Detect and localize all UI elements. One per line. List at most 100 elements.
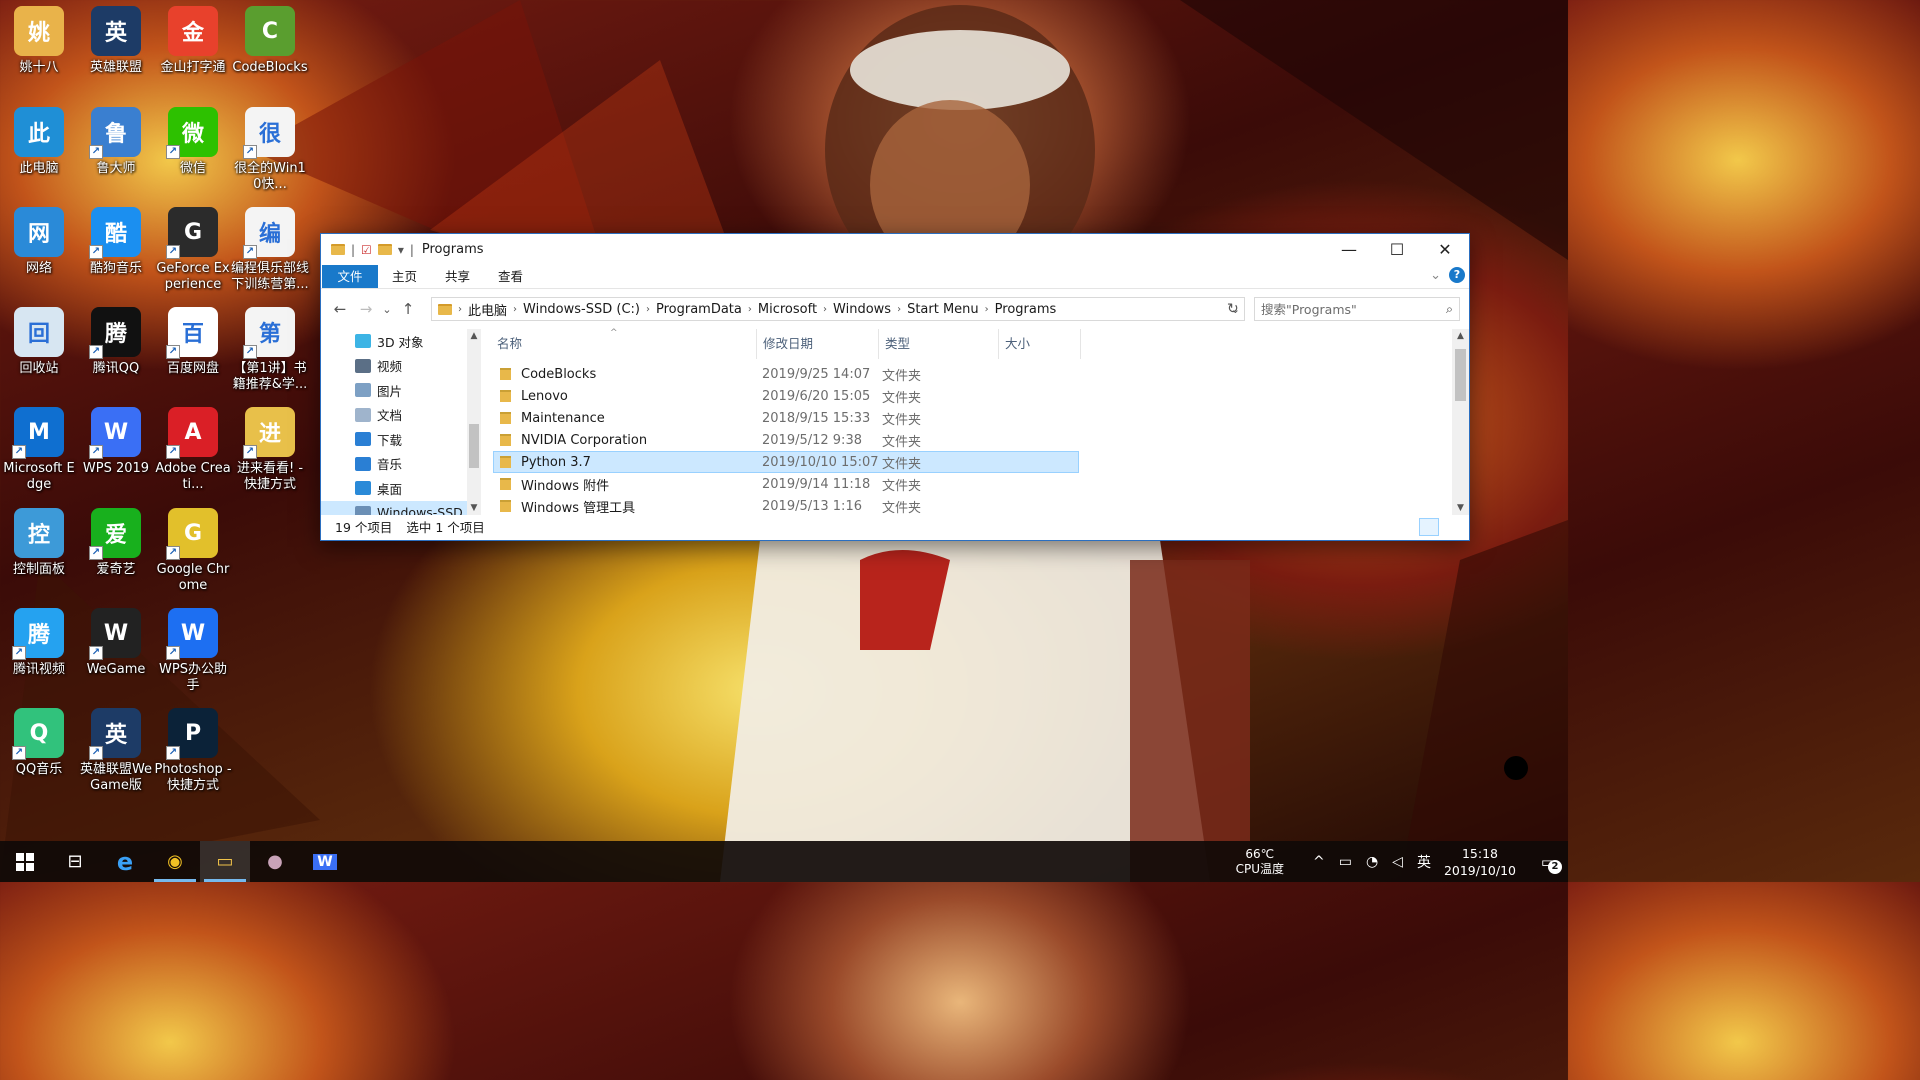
- close-button[interactable]: ✕: [1421, 234, 1469, 264]
- tab-file[interactable]: 文件: [322, 265, 378, 288]
- desktop-icon[interactable]: 爱 ↗ 爱奇艺: [77, 504, 155, 578]
- breadcrumb-this-pc[interactable]: 此电脑: [462, 300, 513, 319]
- new-folder-icon[interactable]: [377, 244, 392, 255]
- details-view-button[interactable]: [1419, 518, 1439, 536]
- search-box[interactable]: ⌕: [1254, 297, 1460, 321]
- nav-item[interactable]: 下载: [321, 427, 481, 452]
- recent-locations-button[interactable]: ⌄: [379, 303, 395, 316]
- breadcrumb-windows[interactable]: Windows: [827, 302, 897, 317]
- desktop-icon[interactable]: 很 ↗ 很全的Win10快...: [231, 103, 309, 193]
- desktop-icon[interactable]: A ↗ Adobe Creati...: [154, 403, 232, 493]
- desktop-icon[interactable]: 腾 ↗ 腾讯视频: [0, 604, 78, 678]
- column-name[interactable]: 名称: [491, 329, 757, 359]
- desktop-icon[interactable]: 进 ↗ 进来看看! - 快捷方式: [231, 403, 309, 493]
- desktop-icon[interactable]: 网网络: [0, 203, 78, 277]
- desktop-icon[interactable]: C CodeBlocks: [231, 2, 309, 76]
- ime-indicator[interactable]: 英: [1417, 852, 1431, 872]
- nav-pane-scroll-thumb[interactable]: [469, 424, 479, 468]
- file-row[interactable]: Lenovo 2019/6/20 15:05 文件夹: [493, 385, 1079, 407]
- desktop-icon[interactable]: 第 ↗ 【第1讲】书籍推荐&学...: [231, 303, 309, 393]
- nav-item[interactable]: 文档: [321, 403, 481, 428]
- desktop-icon[interactable]: 百 ↗ 百度网盘: [154, 303, 232, 377]
- tab-share[interactable]: 共享: [431, 265, 484, 288]
- taskbar-chrome-button[interactable]: ◉: [150, 841, 200, 882]
- taskbar-task-view-button[interactable]: ⊟: [50, 841, 100, 882]
- tab-view[interactable]: 查看: [484, 265, 537, 288]
- desktop-icon[interactable]: M ↗ Microsoft Edge: [0, 403, 78, 493]
- file-explorer-window[interactable]: | ☑ ▾ | Programs — ☐ ✕ 文件 主页 共享 查看 ⌄ ? ←…: [320, 233, 1470, 541]
- scroll-up-icon[interactable]: ▲: [1452, 331, 1469, 341]
- desktop-icon[interactable]: W ↗ WeGame: [77, 604, 155, 678]
- expand-ribbon-icon[interactable]: ⌄: [1430, 268, 1441, 283]
- minimize-button[interactable]: —: [1325, 234, 1373, 264]
- file-row[interactable]: CodeBlocks 2019/9/25 14:07 文件夹: [493, 363, 1079, 385]
- clock[interactable]: 15:18 2019/10/10: [1444, 845, 1516, 879]
- help-icon[interactable]: ?: [1449, 267, 1465, 283]
- desktop-icon[interactable]: 金金山打字通: [154, 2, 232, 76]
- file-row[interactable]: NVIDIA Corporation 2019/5/12 9:38 文件夹: [493, 429, 1079, 451]
- breadcrumb-c-drive[interactable]: Windows-SSD (C:): [517, 302, 646, 317]
- desktop-icon[interactable]: 回回收站: [0, 303, 78, 377]
- scroll-down-icon[interactable]: ▼: [1452, 503, 1469, 513]
- nav-item[interactable]: 音乐: [321, 452, 481, 477]
- forward-button[interactable]: →: [353, 300, 379, 318]
- desktop-icon[interactable]: 微 ↗ 微信: [154, 103, 232, 177]
- taskbar-app-orb-button[interactable]: ●: [250, 841, 300, 882]
- action-center-button[interactable]: ▭ 2: [1528, 841, 1568, 882]
- desktop-icon[interactable]: 编 ↗ 编程俱乐部线下训练营第...: [231, 203, 309, 293]
- column-type[interactable]: 类型: [879, 329, 999, 359]
- nav-item[interactable]: 3D 对象: [321, 329, 481, 354]
- taskbar-wps-button[interactable]: W: [300, 841, 350, 882]
- volume-icon[interactable]: ◁: [1392, 854, 1403, 870]
- desktop-icon[interactable]: 此此电脑: [0, 103, 78, 177]
- column-size[interactable]: 大小: [999, 329, 1081, 359]
- column-date-modified[interactable]: 修改日期: [757, 329, 879, 359]
- search-icon[interactable]: ⌕: [1446, 298, 1459, 320]
- desktop-icon[interactable]: G ↗ Google Chrome: [154, 504, 232, 594]
- breadcrumb-start-menu[interactable]: Start Menu: [901, 302, 985, 317]
- desktop-icon[interactable]: G ↗ GeForce Experience: [154, 203, 232, 293]
- desktop-icon[interactable]: 英 ↗ 英雄联盟WeGame版: [77, 704, 155, 794]
- tab-home[interactable]: 主页: [378, 265, 431, 288]
- properties-icon[interactable]: ☑: [361, 243, 372, 257]
- file-row[interactable]: Python 3.7 2019/10/10 15:07 文件夹: [493, 451, 1079, 473]
- battery-icon[interactable]: ▭: [1339, 854, 1352, 870]
- nav-item[interactable]: 图片: [321, 378, 481, 403]
- cpu-temperature[interactable]: 66℃ CPU温度: [1236, 847, 1284, 877]
- breadcrumb-programdata[interactable]: ProgramData: [650, 302, 748, 317]
- refresh-button[interactable]: ↻: [1227, 301, 1239, 317]
- breadcrumb-microsoft[interactable]: Microsoft: [752, 302, 823, 317]
- start-button[interactable]: [0, 841, 50, 882]
- file-list-scrollbar[interactable]: ▲ ▼: [1452, 329, 1469, 515]
- back-button[interactable]: ←: [327, 300, 353, 318]
- maximize-button[interactable]: ☐: [1373, 234, 1421, 264]
- file-row[interactable]: Maintenance 2018/9/15 15:33 文件夹: [493, 407, 1079, 429]
- address-bar[interactable]: › 此电脑 › Windows-SSD (C:) › ProgramData ›…: [431, 297, 1245, 321]
- file-list-scroll-thumb[interactable]: [1455, 349, 1466, 401]
- nav-item[interactable]: 桌面: [321, 476, 481, 501]
- wifi-icon[interactable]: ◔: [1366, 854, 1378, 870]
- title-bar[interactable]: | ☑ ▾ | Programs — ☐ ✕: [321, 234, 1469, 265]
- breadcrumb-programs[interactable]: Programs: [989, 302, 1063, 317]
- desktop-icon[interactable]: 英英雄联盟: [77, 2, 155, 76]
- desktop-icon[interactable]: 酷 ↗ 酷狗音乐: [77, 203, 155, 277]
- nav-pane-scrollbar[interactable]: ▲ ▼: [467, 329, 481, 515]
- desktop-icon[interactable]: 控控制面板: [0, 504, 78, 578]
- large-icons-view-button[interactable]: [1443, 518, 1463, 536]
- file-row[interactable]: Windows 附件 2019/9/14 11:18 文件夹: [493, 473, 1079, 495]
- scroll-up-icon[interactable]: ▲: [467, 331, 481, 341]
- desktop-icon[interactable]: Q ↗ QQ音乐: [0, 704, 78, 778]
- up-button[interactable]: ↑: [395, 300, 421, 318]
- desktop-icon[interactable]: 鲁 ↗ 鲁大师: [77, 103, 155, 177]
- search-input[interactable]: [1261, 298, 1431, 320]
- desktop-icon[interactable]: W ↗ WPS 2019: [77, 403, 155, 477]
- desktop-icon[interactable]: W ↗ WPS办公助手: [154, 604, 232, 694]
- nav-item[interactable]: 视频: [321, 354, 481, 379]
- show-hidden-icons-button[interactable]: ^: [1313, 854, 1325, 870]
- desktop-icon[interactable]: P ↗ Photoshop - 快捷方式: [154, 704, 232, 794]
- desktop-icon[interactable]: 腾 ↗ 腾讯QQ: [77, 303, 155, 377]
- customize-dropdown-icon[interactable]: ▾: [398, 243, 404, 257]
- desktop-icon[interactable]: 姚姚十八: [0, 2, 78, 76]
- scroll-down-icon[interactable]: ▼: [467, 503, 481, 513]
- taskbar-edge-button[interactable]: e: [100, 841, 150, 882]
